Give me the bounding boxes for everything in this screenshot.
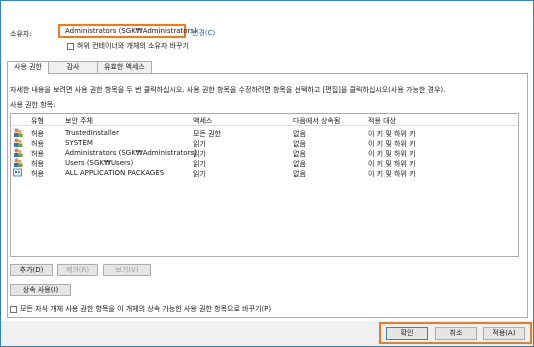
ok-button[interactable]: 확인 [386, 327, 428, 340]
owner-label: 소유자: [10, 30, 32, 38]
user-group-icon [14, 148, 23, 157]
replace-owner-checkbox[interactable] [67, 42, 74, 50]
column-header-inherited-from[interactable]: 다음에서 상속됨 [293, 116, 340, 126]
replace-child-permissions-label: 모든 자식 개체 사용 권한 항목을 이 개체의 상속 가능한 사용 권한 항목… [20, 305, 272, 313]
row-principal: TrustedInstaller [65, 129, 119, 137]
row-inherited: 없음 [293, 170, 306, 178]
user-group-icon [14, 158, 23, 167]
package-icon [13, 168, 22, 177]
table-row[interactable]: 허용 Administrators (SGK₩Administrators) 읽… [11, 148, 518, 158]
tab-auditing[interactable]: 감사 [48, 61, 98, 73]
row-principal: Administrators (SGK₩Administrators) [65, 149, 197, 157]
replace-child-permissions-row[interactable]: 모든 자식 개체 사용 권한 항목을 이 개체의 상속 가능한 사용 권한 항목… [10, 304, 271, 314]
user-group-icon [14, 138, 23, 147]
cancel-button[interactable]: 취소 [435, 327, 477, 340]
column-header-principal[interactable]: 보안 주체 [65, 116, 93, 126]
apply-button[interactable]: 적용(A) [483, 327, 525, 340]
table-row[interactable]: 허용 TrustedInstaller 모든 권한 없음 이 키 및 하위 키 [11, 128, 518, 138]
owner-value: Administrators (SGK₩Administrators) [58, 24, 197, 38]
replace-owner-label: 하위 컨테이너와 개체의 소유자 바꾸기 [77, 42, 189, 50]
instructions-text: 자세한 내용을 보려면 사용 권한 항목을 두 번 클릭하십시오. 사용 권한 … [10, 86, 446, 94]
row-principal: ALL APPLICATION PACKAGES [65, 169, 165, 177]
remove-button[interactable]: 제거(R) [57, 264, 98, 276]
column-header-type[interactable]: 유형 [31, 116, 44, 126]
tab-effective-access[interactable]: 유효한 액세스 [97, 61, 152, 73]
column-header-applies-to[interactable]: 적용 대상 [368, 116, 396, 126]
row-principal: Users (SGK₩Users) [65, 159, 134, 167]
add-button[interactable]: 추가(D) [10, 264, 53, 276]
table-header: 유형 보안 주체 액세스 다음에서 상속됨 적용 대상 [11, 114, 518, 126]
column-header-access[interactable]: 액세스 [193, 116, 212, 126]
enable-inheritance-button[interactable]: 상속 사용(I) [10, 284, 71, 296]
advanced-security-dialog: 소유자: Administrators (SGK₩Administrators)… [0, 0, 534, 347]
change-owner-link[interactable]: 변경(C) [192, 28, 215, 38]
table-row[interactable]: 허용 Users (SGK₩Users) 읽기 없음 이 키 및 하위 키 [11, 158, 518, 168]
tab-permissions[interactable]: 사용 권한 [7, 61, 49, 74]
row-access: 읽기 [193, 170, 206, 178]
row-applies: 이 키 및 하위 키 [368, 170, 416, 178]
user-group-icon [14, 128, 23, 137]
row-type: 허용 [31, 170, 44, 178]
table-row[interactable]: 허용 ALL APPLICATION PACKAGES 읽기 없음 이 키 및 … [11, 168, 518, 178]
permission-entries-label: 사용 권한 항목: [10, 101, 56, 109]
row-principal: SYSTEM [65, 139, 93, 147]
replace-child-permissions-checkbox[interactable] [10, 305, 17, 313]
permission-entries-table[interactable]: 유형 보안 주체 액세스 다음에서 상속됨 적용 대상 허용 TrustedIn… [10, 113, 519, 257]
replace-owner-row[interactable]: 하위 컨테이너와 개체의 소유자 바꾸기 [67, 41, 189, 51]
view-button[interactable]: 보기(V) [103, 264, 151, 276]
table-row[interactable]: 허용 SYSTEM 읽기 없음 이 키 및 하위 키 [11, 138, 518, 148]
